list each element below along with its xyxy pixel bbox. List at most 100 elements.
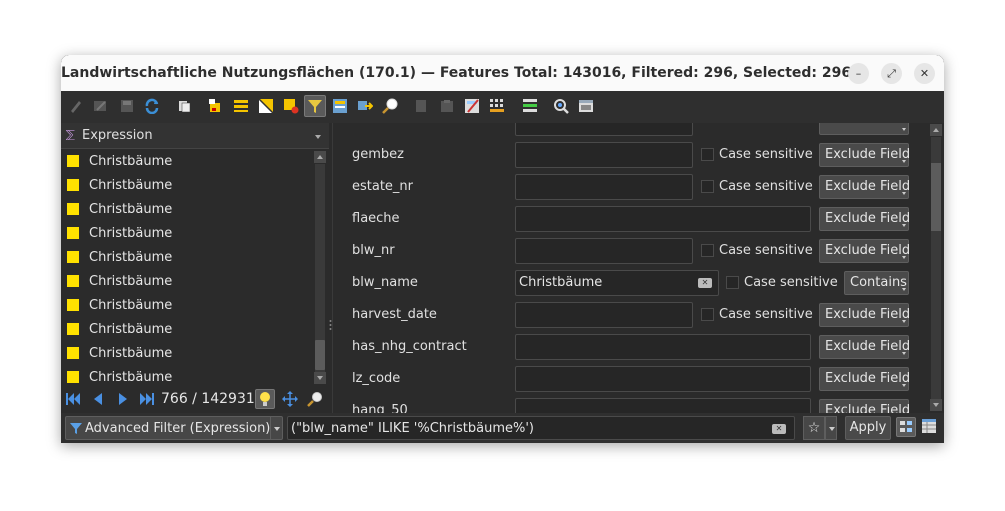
star-icon[interactable]: ☆ [803,416,825,440]
field-mode-button[interactable] [819,123,909,135]
minimize-button[interactable]: – [848,63,869,84]
pan-to-selected-icon[interactable] [356,97,374,115]
scroll-down-icon[interactable] [314,372,326,384]
list-item-label: Christbäume [89,250,173,265]
exclude-field-button[interactable]: Exclude Field [819,207,910,231]
list-item[interactable]: Christbäume [61,174,313,198]
pencil-icon[interactable] [67,97,85,115]
filter-expression-input[interactable]: ("blw_name" ILIKE '%Christbäume%') ✕ [287,416,795,440]
zoom-to-feature-icon[interactable] [307,391,323,407]
list-item[interactable]: Christbäume [61,150,313,174]
field-input[interactable] [515,334,811,360]
contains-button[interactable]: Contains [844,271,909,295]
reload-icon[interactable] [143,97,161,115]
exclude-field-button[interactable]: Exclude Field [819,303,910,327]
exclude-field-button[interactable]: Exclude Field [819,143,910,167]
field-input[interactable] [515,366,811,392]
list-item[interactable]: Christbäume [61,294,313,318]
select-by-expression-icon[interactable] [232,97,250,115]
form-view-icon[interactable] [896,417,916,437]
table-view-icon[interactable] [921,418,939,436]
exclude-field-button[interactable]: Exclude Field [819,367,910,391]
filter-form-panel: gembez Case sensitive Exclude Field esta… [332,123,944,413]
list-item[interactable]: Christbäume [61,366,313,386]
new-field-icon[interactable] [521,97,539,115]
exclude-field-button[interactable]: Exclude Field [819,335,910,359]
form-row-lz-code: lz_code Exclude Field [333,363,929,395]
exclude-field-button[interactable]: Exclude Field [819,399,910,413]
add-feature-icon[interactable] [175,97,193,115]
field-input[interactable] [515,206,811,232]
form-row-flaeche: flaeche Exclude Field [333,203,929,235]
selection-marker-icon [67,227,79,239]
filter-mode-label: Advanced Filter (Expression) [85,421,271,436]
star-dropdown-button[interactable] [825,416,837,440]
case-sensitive-checkbox[interactable] [701,180,714,193]
highlight-feature-icon[interactable] [255,389,275,409]
list-scrollbar[interactable] [313,150,327,386]
clear-icon[interactable]: ✕ [698,278,712,288]
multi-edit-icon[interactable] [92,97,110,115]
field-input[interactable] [515,398,811,413]
dock-icon[interactable] [577,97,595,115]
first-feature-icon[interactable] [65,391,81,407]
scroll-up-icon[interactable] [930,124,942,136]
actions-icon[interactable] [552,97,570,115]
last-feature-icon[interactable] [139,391,155,407]
expression-icon: ⅀ [66,128,75,141]
expression-column-header[interactable]: ⅀ Expression [61,123,329,149]
exclude-field-button[interactable]: Exclude Field [819,175,910,199]
deselect-all-icon[interactable] [282,97,300,115]
scroll-down-icon[interactable] [930,399,942,411]
list-item-label: Christbäume [89,370,173,385]
chevron-down-icon[interactable] [270,417,282,439]
list-item[interactable]: Christbäume [61,318,313,342]
field-input[interactable] [515,302,693,328]
invert-selection-icon[interactable] [257,97,275,115]
field-value: Christbäume [519,275,603,290]
previous-feature-icon[interactable] [90,391,106,407]
conditional-formatting-icon[interactable] [488,97,506,115]
list-item[interactable]: Christbäume [61,198,313,222]
list-item[interactable]: Christbäume [61,222,313,246]
scroll-thumb[interactable] [315,340,325,370]
form-scrollbar[interactable] [929,123,943,413]
field-label: blw_nr [352,243,395,258]
apply-button[interactable]: Apply [845,416,891,440]
case-sensitive-checkbox[interactable] [701,308,714,321]
clear-icon[interactable]: ✕ [772,424,786,434]
field-calculator-icon[interactable] [463,97,481,115]
list-item[interactable]: Christbäume [61,342,313,366]
scroll-thumb[interactable] [931,163,941,231]
list-item[interactable]: Christbäume [61,270,313,294]
field-input[interactable] [515,142,693,168]
filter-mode-select[interactable]: Advanced Filter (Expression) [65,416,283,440]
maximize-button[interactable]: ⤢ [881,63,902,84]
exclude-field-button[interactable]: Exclude Field [819,239,910,263]
close-button[interactable]: ✕ [914,63,935,84]
delete-feature-icon[interactable] [207,97,225,115]
copy-rows-icon[interactable] [412,97,430,115]
move-selection-top-icon[interactable] [331,97,349,115]
paste-features-icon[interactable] [438,97,456,115]
zoom-to-selected-icon[interactable] [381,97,399,115]
scroll-up-icon[interactable] [314,151,326,163]
field-input[interactable] [515,123,693,136]
case-sensitive-label: Case sensitive [719,307,813,322]
form-row-gembez: gembez Case sensitive Exclude Field [333,139,929,171]
next-feature-icon[interactable] [115,391,131,407]
field-input[interactable] [515,238,693,264]
save-edits-icon[interactable] [118,97,136,115]
window-title: Landwirtschaftliche Nutzungsflächen (170… [61,65,852,81]
chevron-down-icon[interactable] [315,135,321,139]
field-input[interactable] [515,174,693,200]
case-sensitive-checkbox[interactable] [701,244,714,257]
filter-selection-icon[interactable] [304,95,326,117]
field-input[interactable]: Christbäume ✕ [515,270,719,296]
list-item[interactable]: Christbäume [61,246,313,270]
case-sensitive-checkbox[interactable] [726,276,739,289]
selection-marker-icon [67,347,79,359]
case-sensitive-checkbox[interactable] [701,148,714,161]
case-sensitive-label: Case sensitive [719,243,813,258]
pan-to-feature-icon[interactable] [282,391,298,407]
